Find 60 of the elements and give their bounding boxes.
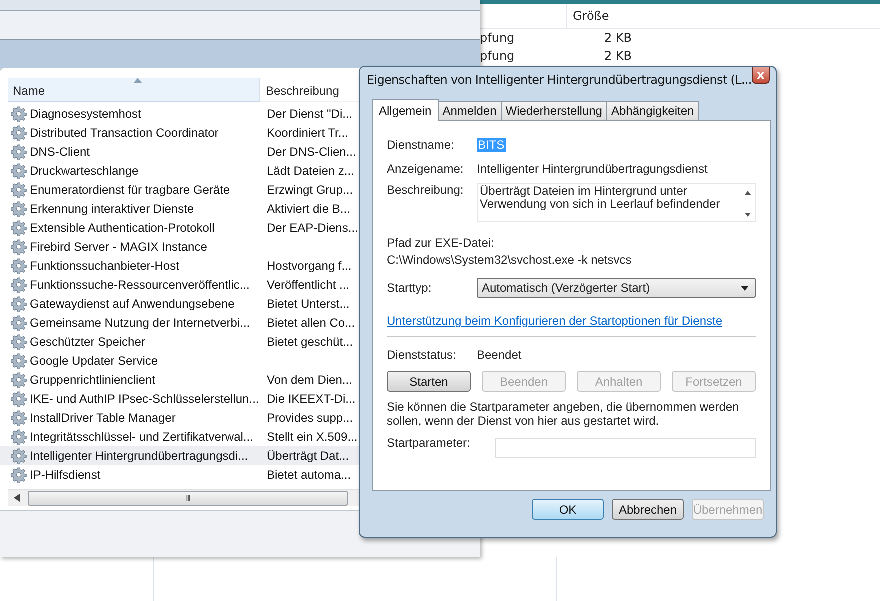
gear-icon <box>11 276 27 292</box>
help-link[interactable]: Unterstützung beim Konfigurieren der Startoptionen für Dienste <box>387 314 756 328</box>
column-header[interactable]: Name <box>13 84 46 98</box>
gear-icon <box>11 390 27 406</box>
field-label: Pfad zur EXE-Datei: <box>387 236 496 250</box>
gear-icon <box>11 182 27 198</box>
startup-type-dropdown[interactable]: Automatisch (Verzögerter Start) <box>477 278 756 298</box>
field-label: Dienststatus: <box>387 348 458 362</box>
service-row[interactable]: Gatewaydienst auf Anwendungsebene Bietet Unterst... <box>0 294 472 313</box>
service-button[interactable]: Starten <box>387 371 471 392</box>
gear-icon <box>11 352 27 368</box>
field-label: Starttyp: <box>387 281 433 295</box>
service-row[interactable]: Geschützter Speicher Bietet geschüt... <box>0 332 472 351</box>
service-row[interactable]: Extensible Authentication-Protokoll Der EAP-Diens... <box>0 218 472 237</box>
gear-icon <box>11 124 27 140</box>
field-label: Beschreibung: <box>387 183 465 197</box>
start-parameters-field[interactable] <box>495 438 756 458</box>
gear-icon <box>11 466 27 482</box>
scroll-down-icon[interactable] <box>745 213 751 217</box>
gear-icon <box>11 448 27 464</box>
table-cell-text: pfung <box>479 49 516 63</box>
table-cell-text: 2 KB <box>603 31 632 45</box>
gear-icon <box>11 296 27 312</box>
gear-icon <box>11 220 27 236</box>
gear-icon <box>11 200 27 216</box>
gear-icon <box>11 410 27 426</box>
tab[interactable]: Anmelden <box>438 101 502 120</box>
display-name-value: Intelligenter Hintergrundübertragungsdienst <box>477 162 708 176</box>
gear-icon <box>11 314 27 330</box>
hint-text: Sie können die Startparameter angeben, die übernommen werden sollen, wenn der Dienst von hier aus gestartet wird. <box>387 400 740 428</box>
service-row[interactable]: Erkennung interaktiver Dienste Aktiviert die B... <box>0 199 472 218</box>
gear-icon <box>11 162 27 178</box>
description-field[interactable]: Überträgt Dateien im Hintergrund unter Verwendung von sich in Leerlauf befindender <box>477 183 756 222</box>
column-header[interactable]: Größe <box>566 4 639 28</box>
dropdown-arrow-icon <box>741 286 749 290</box>
gear-icon <box>11 372 27 388</box>
gear-icon <box>11 144 27 160</box>
table-cell-text: pfung <box>479 31 516 45</box>
status-value: Beendet <box>477 348 522 362</box>
path-value: C:\Windows\System32\svchost.exe -k netsvcs <box>387 253 633 267</box>
table-cell-text: 2 KB <box>603 49 632 63</box>
gear-icon <box>11 428 27 444</box>
tab[interactable]: Allgemein <box>372 99 439 121</box>
scroll-left-icon[interactable] <box>14 494 20 502</box>
sort-arrow-icon <box>134 78 142 83</box>
gear-icon <box>11 258 27 274</box>
window-title: Eigenschaften von Intelligenter Hintergrundübertragungsdienst (L... <box>367 72 752 87</box>
field-label: Anzeigename: <box>387 162 465 176</box>
service-row[interactable]: IP-Hilfsdienst Bietet automa... <box>0 465 472 484</box>
scroll-up-icon[interactable] <box>745 191 751 195</box>
gear-icon <box>11 238 27 254</box>
gear-icon <box>11 334 27 350</box>
service-name-value: BITS <box>477 138 506 152</box>
dialog-button[interactable]: Abbrechen <box>612 499 684 520</box>
tab[interactable]: Wiederherstellung <box>500 101 608 120</box>
dialog-button[interactable]: OK <box>532 499 604 520</box>
gear-icon <box>11 106 27 122</box>
tab[interactable]: Abhängigkeiten <box>606 101 700 120</box>
column-header[interactable]: Beschreibung <box>266 84 340 98</box>
field-label: Dienstname: <box>387 138 456 152</box>
